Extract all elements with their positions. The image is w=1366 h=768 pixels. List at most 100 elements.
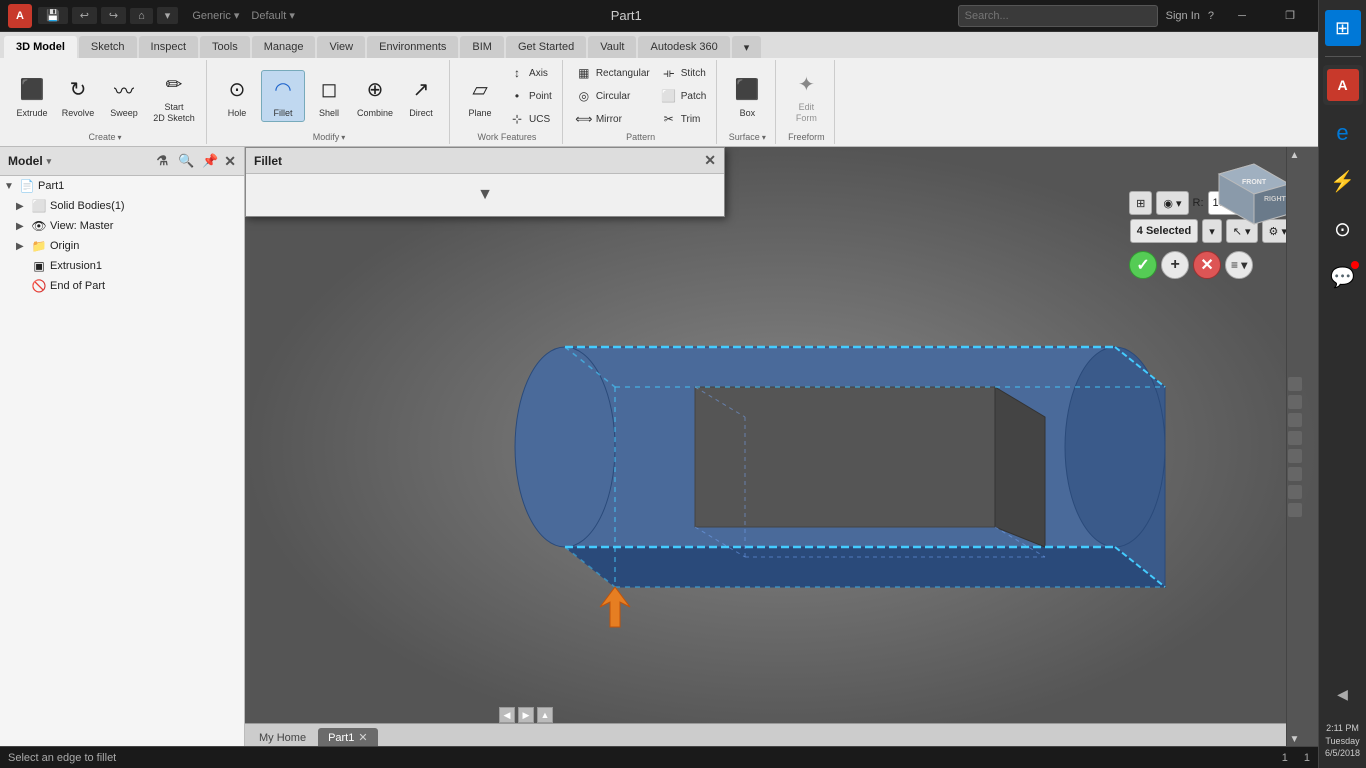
solid-bodies-label: Solid Bodies(1) <box>50 200 125 212</box>
cube-navigator[interactable]: FRONT RIGHT <box>1214 159 1294 229</box>
tab-scroll-right[interactable]: ▶ <box>518 707 534 723</box>
tab-sketch[interactable]: Sketch <box>79 36 137 58</box>
walk-btn[interactable] <box>1288 503 1302 517</box>
revolve-btn[interactable]: ↻ Revolve <box>56 71 100 122</box>
tab-part1[interactable]: Part1 ✕ <box>318 728 378 747</box>
tab-scroll-left[interactable]: ◀ <box>499 707 515 723</box>
quick-home[interactable]: ⌂ <box>130 8 153 24</box>
view-mode-btn[interactable]: ◉ ▾ <box>1156 191 1188 215</box>
taskbar-edge[interactable]: e <box>1323 113 1363 153</box>
tab-bim[interactable]: BIM <box>460 36 504 58</box>
modify-dropdown[interactable]: ▾ <box>341 133 345 142</box>
box-btn[interactable]: ⬛ Box <box>725 71 769 122</box>
start-btn[interactable]: ⊞ <box>1323 8 1363 48</box>
axis-btn[interactable]: ↕ Axis <box>504 62 556 84</box>
part1-expand[interactable]: ▼ <box>4 181 16 192</box>
filter-btn[interactable]: ⚗ <box>152 151 172 171</box>
tab-inspect[interactable]: Inspect <box>139 36 198 58</box>
add-fillet-btn[interactable]: + <box>1161 251 1189 279</box>
view-master-expand[interactable]: ▶ <box>16 221 28 232</box>
sweep-btn[interactable]: 〰 Sweep <box>102 71 146 122</box>
expand-taskbar-btn[interactable]: ◀ <box>1323 674 1363 714</box>
tab-3d-model[interactable]: 3D Model <box>4 36 77 58</box>
patch-btn[interactable]: ⬜ Patch <box>656 85 711 107</box>
viewport-scrollbar[interactable]: ▲ ▼ <box>1286 147 1302 747</box>
dialog-close-btn[interactable]: ✕ <box>704 152 716 169</box>
tab-vault[interactable]: Vault <box>588 36 636 58</box>
create-dropdown[interactable]: ▾ <box>118 133 122 142</box>
tab-close-icon[interactable]: ✕ <box>358 731 367 744</box>
tree-item-view-master[interactable]: ▶ 👁 View: Master <box>0 216 244 236</box>
taskbar-notification[interactable]: 💬 <box>1323 257 1363 297</box>
taskbar-chrome[interactable]: ⊙ <box>1323 209 1363 249</box>
extrude-btn[interactable]: ⬛ Extrude <box>10 71 54 122</box>
circular-btn[interactable]: ◎ Circular <box>571 85 654 107</box>
tab-manage[interactable]: Manage <box>252 36 316 58</box>
tree-item-part1[interactable]: ▼ 📄 Part1 <box>0 176 244 196</box>
surface-dropdown[interactable]: ▾ <box>762 133 766 142</box>
tab-scroll-up[interactable]: ▲ <box>537 707 553 723</box>
sign-in-label[interactable]: Sign In <box>1166 10 1200 22</box>
stitch-btn[interactable]: ⟛ Stitch <box>656 62 711 84</box>
orbit-btn[interactable] <box>1288 485 1302 499</box>
mirror-btn[interactable]: ⟺ Mirror <box>571 108 654 130</box>
origin-expand[interactable]: ▶ <box>16 241 28 252</box>
freeform-group-label: Freeform <box>788 130 825 142</box>
solid-bodies-expand[interactable]: ▶ <box>16 201 28 212</box>
solid-bodies-icon: ⬜ <box>31 198 47 214</box>
minimize-btn[interactable]: ─ <box>1222 2 1262 30</box>
tab-environments[interactable]: Environments <box>367 36 458 58</box>
taskbar-inventor[interactable]: A <box>1323 65 1363 105</box>
help-btn[interactable]: ? <box>1208 10 1214 22</box>
fillet-btn[interactable]: ◜◝ Fillet <box>261 70 305 123</box>
tab-tools[interactable]: Tools <box>200 36 250 58</box>
trim-btn[interactable]: ✂ Trim <box>656 108 711 130</box>
zoom-in-btn[interactable] <box>1288 395 1302 409</box>
quick-undo[interactable]: ↩ <box>72 7 97 24</box>
tab-extra[interactable]: ▾ <box>732 36 762 58</box>
zoom-out-btn[interactable] <box>1288 413 1302 427</box>
tree-item-end-of-part[interactable]: 🚫 End of Part <box>0 276 244 296</box>
find-btn[interactable]: 🔍 <box>176 151 196 171</box>
tab-get-started[interactable]: Get Started <box>506 36 586 58</box>
quick-save[interactable]: 💾 <box>38 7 68 24</box>
scroll-bottom-btn[interactable]: ▼ <box>1287 731 1303 747</box>
start-2d-sketch-btn[interactable]: ✏ Start2D Sketch <box>148 65 200 127</box>
quick-more[interactable]: ▾ <box>157 7 179 24</box>
tab-my-home[interactable]: My Home <box>249 729 316 747</box>
scroll-top-btn[interactable]: ▲ <box>1287 147 1303 163</box>
tab-autodesk-360[interactable]: Autodesk 360 <box>638 36 729 58</box>
direct-btn[interactable]: ↗ Direct <box>399 71 443 122</box>
selected-count-btn[interactable]: 4 Selected <box>1130 219 1198 243</box>
view-cube-btn[interactable]: ⊞ <box>1129 191 1152 215</box>
model-panel-title: Model <box>8 154 43 168</box>
restore-btn[interactable]: ❐ <box>1270 2 1310 30</box>
combine-btn[interactable]: ⊕ Combine <box>353 71 397 122</box>
windows-logo: ⊞ <box>1325 10 1361 46</box>
tree-item-extrusion1[interactable]: ▣ Extrusion1 <box>0 256 244 276</box>
plane-btn[interactable]: ▱ Plane <box>458 71 502 122</box>
tab-view[interactable]: View <box>317 36 365 58</box>
hole-btn[interactable]: ⊙ Hole <box>215 71 259 122</box>
panel-close-btn[interactable]: ✕ <box>224 153 236 170</box>
confirm-fillet-btn[interactable]: ✓ <box>1129 251 1157 279</box>
pan-btn[interactable] <box>1288 431 1302 445</box>
point-btn[interactable]: • Point <box>504 85 556 107</box>
model-dropdown-arrow[interactable]: ▾ <box>47 156 52 167</box>
panel-pin-btn[interactable]: 📌 <box>200 151 220 171</box>
quick-redo[interactable]: ↪ <box>101 7 126 24</box>
tree-item-solid-bodies[interactable]: ▶ ⬜ Solid Bodies(1) <box>0 196 244 216</box>
look-btn[interactable] <box>1288 467 1302 481</box>
cancel-fillet-btn[interactable]: ✕ <box>1193 251 1221 279</box>
shell-btn[interactable]: ◻ Shell <box>307 71 351 122</box>
fillet-menu-btn[interactable]: ≡ ▾ <box>1225 251 1253 279</box>
taskbar-lightning[interactable]: ⚡ <box>1323 161 1363 201</box>
ucs-btn[interactable]: ⊹ UCS <box>504 108 556 130</box>
rectangular-btn[interactable]: ▦ Rectangular <box>571 62 654 84</box>
tree-item-origin[interactable]: ▶ 📁 Origin <box>0 236 244 256</box>
global-search-input[interactable] <box>958 5 1158 27</box>
rotate-btn[interactable] <box>1288 449 1302 463</box>
edit-form-btn[interactable]: ✦ EditForm <box>784 65 828 127</box>
viewport[interactable]: Fillet ✕ ▼ ⊞ ◉ ▾ R: ▶ 4 Selected ▾ ↖ ▾ ⚙… <box>245 147 1318 747</box>
zoom-fit-btn[interactable] <box>1288 377 1302 391</box>
